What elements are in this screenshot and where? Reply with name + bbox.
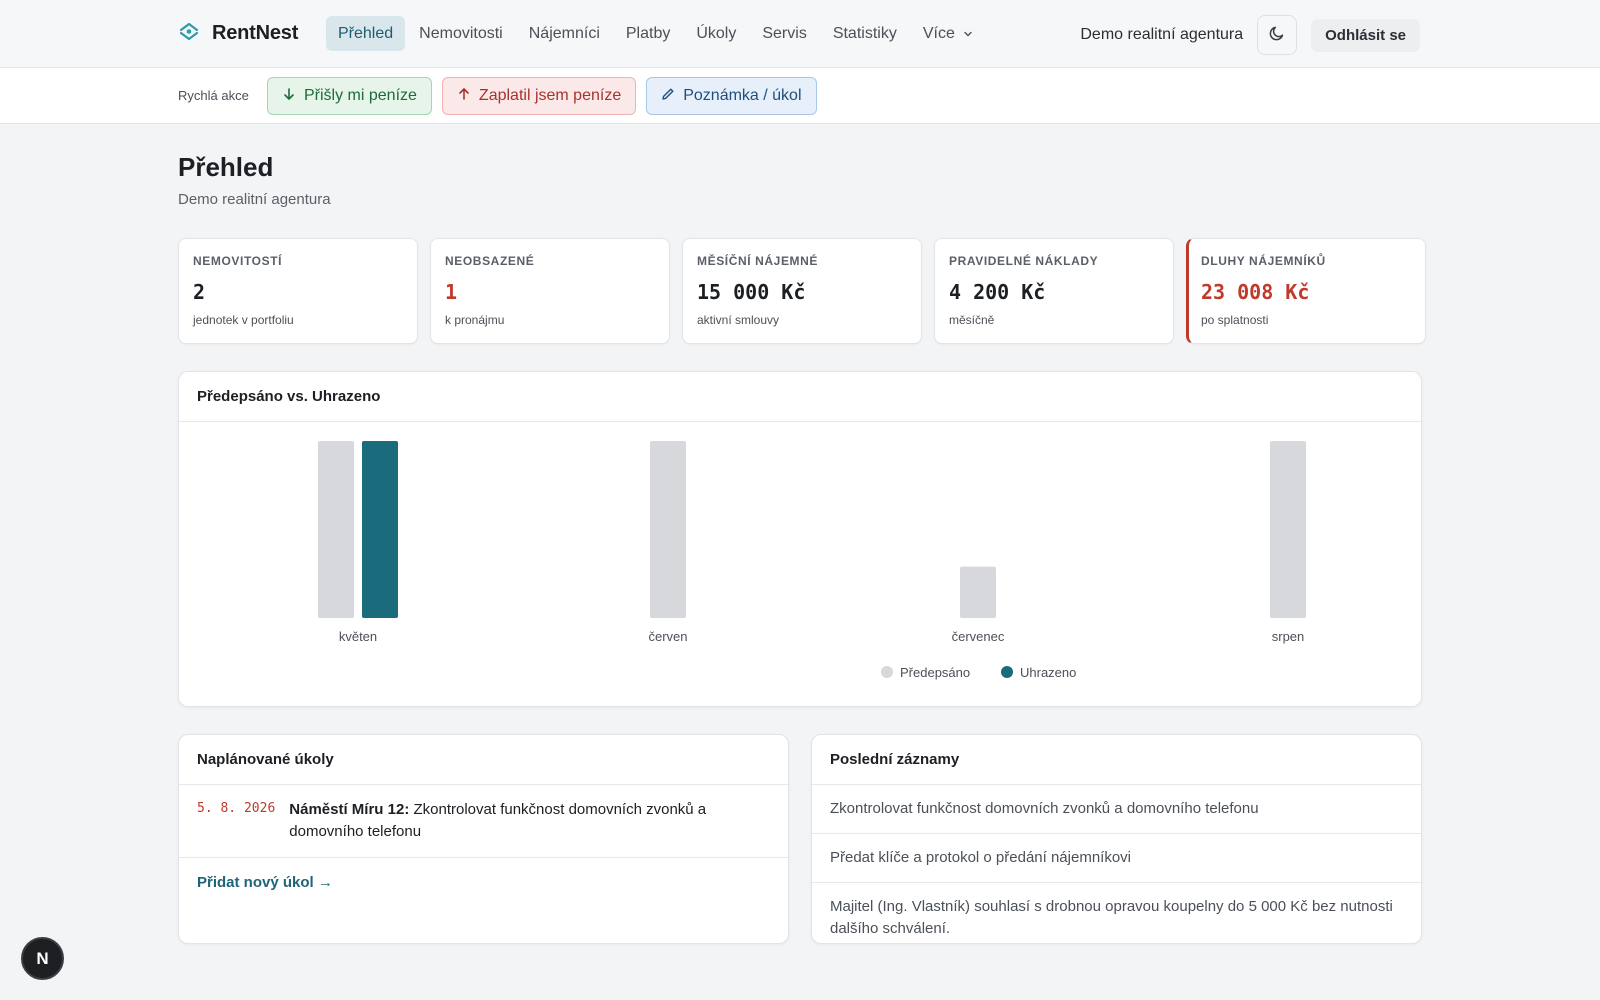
log-item[interactable]: Majitel (Ing. Vlastník) souhlasí s drobn… <box>812 883 1421 953</box>
stat-label: MĚSÍČNÍ NÁJEMNÉ <box>697 254 819 268</box>
legend-label: Uhrazeno <box>1020 665 1076 680</box>
stat-card-properties: NEMOVITOSTÍ 2 jednotek v portfoliu <box>178 238 418 344</box>
x-tick-label: srpen <box>1272 629 1305 644</box>
money-paid-button[interactable]: Zaplatil jsem peníze <box>441 77 637 115</box>
quick-actions-label: Rychlá akce <box>178 88 249 103</box>
task-row[interactable]: 5. 8. 2026 Náměstí Míru 12: Zkontrolovat… <box>179 785 788 858</box>
nav-item-platby[interactable]: Platby <box>614 16 682 51</box>
agency-name: Demo realitní agentura <box>1080 26 1244 43</box>
stat-note: k pronájmu <box>445 313 505 327</box>
money-received-button[interactable]: Přišly mi peníze <box>267 77 432 115</box>
task-date: 5. 8. 2026 <box>197 801 276 816</box>
quick-actions: Přišly mi peníze Zaplatil jsem peníze Po… <box>267 77 817 115</box>
bar-Předepsáno-červenec[interactable] <box>960 566 996 618</box>
arrow-up-icon <box>457 87 471 106</box>
chevron-down-icon <box>963 29 973 39</box>
nav-item-ukoly[interactable]: Úkoly <box>684 16 748 51</box>
nav-item-servis[interactable]: Servis <box>750 16 818 51</box>
bar-Předepsáno-květen[interactable] <box>318 441 354 618</box>
log-item[interactable]: Zkontrolovat funkčnost domovních zvonků … <box>812 785 1421 834</box>
stat-note: aktivní smlouvy <box>697 313 780 327</box>
stat-note: jednotek v portfoliu <box>193 313 294 327</box>
theme-toggle-button[interactable] <box>1257 15 1298 55</box>
bar-chart: květen červen červenec srpen Předepsáno Uhraz… <box>318 441 1306 680</box>
nav-item-prehled[interactable]: Přehled <box>326 16 406 51</box>
x-tick-label: květen <box>339 629 377 644</box>
task-text: Náměstí Míru 12: Zkontrolovat funkčnost … <box>289 799 770 843</box>
bar-Uhrazeno-květen[interactable] <box>362 441 398 618</box>
nav-item-najemnici[interactable]: Nájemníci <box>517 16 612 51</box>
x-tick-label: červen <box>648 629 687 644</box>
add-task-link[interactable]: Přidat nový úkol → <box>179 858 788 907</box>
arrow-down-icon <box>282 87 296 106</box>
page-subtitle: Demo realitní agentura <box>178 191 331 208</box>
planned-tasks-title: Naplánované úkoly <box>179 735 788 785</box>
main-nav: Přehled Nemovitosti Nájemníci Platby Úko… <box>326 16 985 51</box>
stat-label: NEMOVITOSTÍ <box>193 254 283 268</box>
stat-card-regular-costs: PRAVIDELNÉ NÁKLADY 4 200 Kč měsíčně <box>934 238 1174 344</box>
moon-icon <box>1268 24 1286 47</box>
bar-Předepsáno-srpen[interactable] <box>1270 441 1306 618</box>
nav-right: Demo realitní agentura Odhlásit se <box>1080 15 1420 55</box>
stat-value: 1 <box>445 280 458 304</box>
quick-actions-bar: Rychlá akce Přišly mi peníze Zaplatil js… <box>0 68 1600 124</box>
note-task-label: Poznámka / úkol <box>683 87 802 104</box>
chart-card: Předepsáno vs. Uhrazeno květen červen červ… <box>178 371 1422 707</box>
stat-value: 2 <box>193 280 206 304</box>
stat-label: DLUHY NÁJEMNÍKŮ <box>1201 254 1326 268</box>
stat-card-tenant-debts: DLUHY NÁJEMNÍKŮ 23 008 Kč po splatnosti <box>1186 238 1426 344</box>
task-place: Náměstí Míru 12: <box>289 801 410 818</box>
stat-cards: NEMOVITOSTÍ 2 jednotek v portfoliu NEOBS… <box>178 238 1426 344</box>
brand-name: RentNest <box>212 22 299 44</box>
nav-item-vice[interactable]: Více <box>911 16 985 51</box>
brand[interactable]: RentNest <box>178 20 298 47</box>
legend-swatch <box>881 666 893 678</box>
recent-records-title: Poslední záznamy <box>812 735 1421 785</box>
stat-card-monthly-rent: MĚSÍČNÍ NÁJEMNÉ 15 000 Kč aktivní smlouv… <box>682 238 922 344</box>
x-tick-label: červenec <box>952 629 1005 644</box>
stat-label: PRAVIDELNÉ NÁKLADY <box>949 254 1099 268</box>
page-title: Přehled <box>178 152 274 182</box>
stat-value: 23 008 Kč <box>1201 280 1310 304</box>
legend-item[interactable]: Předepsáno <box>881 665 970 680</box>
planned-tasks-card: Naplánované úkoly 5. 8. 2026 Náměstí Mír… <box>178 734 789 944</box>
stat-card-vacant: NEOBSAZENÉ 1 k pronájmu <box>430 238 670 344</box>
nav-item-nemovitosti[interactable]: Nemovitosti <box>407 16 515 51</box>
top-navbar: RentNest Přehled Nemovitosti Nájemníci P… <box>0 0 1600 68</box>
next-dev-badge[interactable]: N <box>21 937 64 980</box>
stat-value: 4 200 Kč <box>949 280 1046 304</box>
stat-note: po splatnosti <box>1201 313 1269 327</box>
chart-card-title: Předepsáno vs. Uhrazeno <box>179 372 1421 422</box>
stat-label: NEOBSAZENÉ <box>445 254 535 268</box>
nav-item-vice-label: Více <box>922 24 955 42</box>
money-paid-label: Zaplatil jsem peníze <box>478 87 622 104</box>
pencil-icon <box>661 87 675 106</box>
legend-label: Předepsáno <box>900 665 970 680</box>
nav-item-statistiky[interactable]: Statistiky <box>821 16 909 51</box>
logo-icon <box>178 20 200 47</box>
money-received-label: Přišly mi peníze <box>304 87 417 104</box>
bar-Předepsáno-červen[interactable] <box>650 441 686 618</box>
log-item[interactable]: Předat klíče a protokol o předání nájemn… <box>812 834 1421 883</box>
legend-item[interactable]: Uhrazeno <box>1001 665 1076 680</box>
legend-swatch <box>1001 666 1013 678</box>
stat-note: měsíčně <box>949 313 995 327</box>
recent-records-card: Poslední záznamy Zkontrolovat funkčnost … <box>811 734 1422 944</box>
logout-button[interactable]: Odhlásit se <box>1311 18 1420 52</box>
stat-value: 15 000 Kč <box>697 280 806 304</box>
note-task-button[interactable]: Poznámka / úkol <box>646 77 817 115</box>
